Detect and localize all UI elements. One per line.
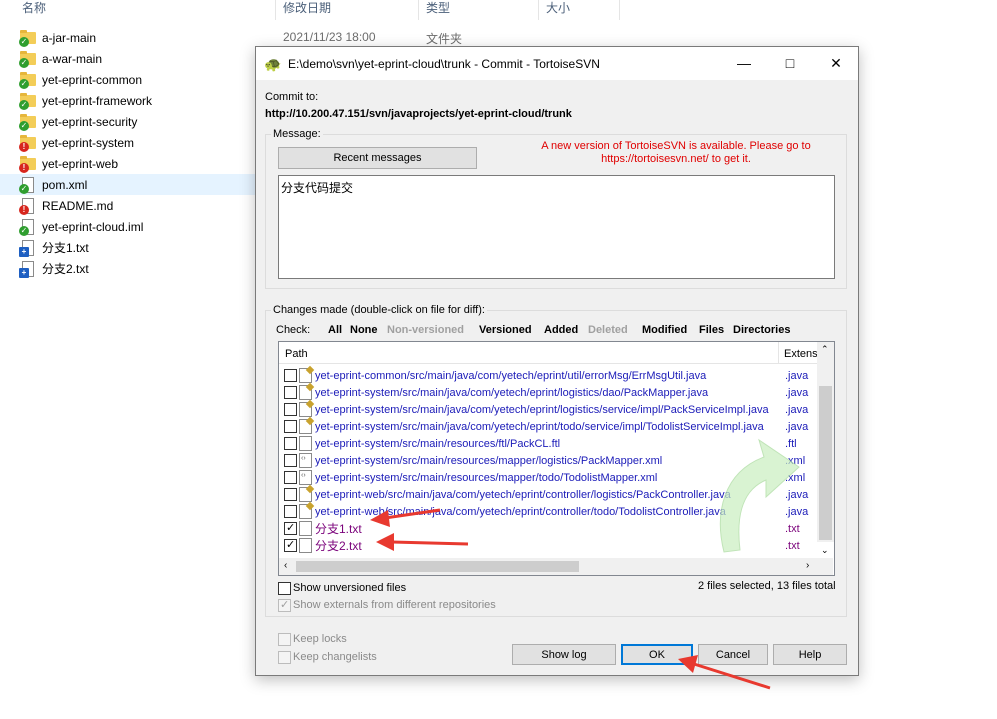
annotation-arrow-3 bbox=[678, 655, 771, 690]
annotation-arrow-2 bbox=[376, 533, 469, 551]
annotation-arrows bbox=[370, 508, 771, 690]
annotation-arrow-1 bbox=[370, 508, 441, 527]
